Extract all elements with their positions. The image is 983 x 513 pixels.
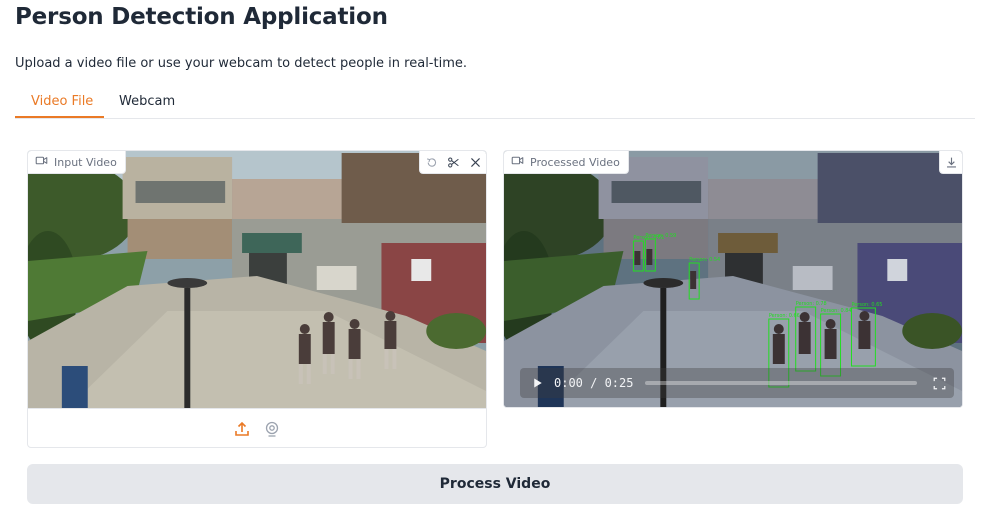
- video-camera-icon: [35, 154, 48, 170]
- detection-label: Person: 0.65: [851, 302, 882, 308]
- processed-video-label-text: Processed Video: [530, 155, 620, 169]
- upload-icon[interactable]: [233, 420, 251, 438]
- scissors-icon[interactable]: [442, 151, 464, 173]
- download-icon[interactable]: [940, 151, 962, 173]
- detection-label: Person: 0.59: [645, 233, 676, 239]
- webcam-icon[interactable]: [263, 420, 281, 438]
- processed-video-panel: Processed Video Person: 0.61 Person: 0.5…: [503, 150, 963, 408]
- page-subtitle: Upload a video file or use your webcam t…: [15, 56, 467, 71]
- input-video-label: Input Video: [28, 151, 126, 174]
- fullscreen-icon[interactable]: [931, 375, 947, 391]
- playback-time: 0:00 / 0:25: [554, 376, 634, 390]
- input-video-panel: Input Video: [27, 150, 487, 448]
- detection-label: Person: 0.66: [769, 313, 800, 319]
- video-player-controls: 0:00 / 0:25: [520, 368, 954, 398]
- seek-bar[interactable]: [645, 381, 918, 385]
- processed-video-label: Processed Video: [504, 151, 629, 174]
- undo-icon[interactable]: [420, 151, 442, 173]
- active-tab-indicator: [15, 116, 104, 118]
- video-camera-icon: [511, 154, 524, 170]
- play-icon[interactable]: [526, 368, 550, 398]
- detection-label: Person: 0.84: [821, 308, 852, 314]
- page-title: Person Detection Application: [15, 4, 388, 30]
- input-video-toolbar: [419, 151, 486, 174]
- tab-webcam[interactable]: Webcam: [119, 94, 175, 109]
- input-video-frame: [28, 151, 486, 408]
- close-icon[interactable]: [464, 151, 486, 173]
- tab-video-file[interactable]: Video File: [31, 94, 93, 109]
- input-source-bar: [28, 408, 486, 447]
- detection-label: Person: 0.54: [689, 257, 720, 263]
- processed-video-toolbar: [939, 151, 962, 174]
- process-video-button[interactable]: Process Video: [27, 464, 963, 504]
- input-video-label-text: Input Video: [54, 155, 117, 169]
- tab-bar: Video File Webcam: [15, 88, 975, 119]
- detection-label: Person: 0.78: [796, 301, 827, 307]
